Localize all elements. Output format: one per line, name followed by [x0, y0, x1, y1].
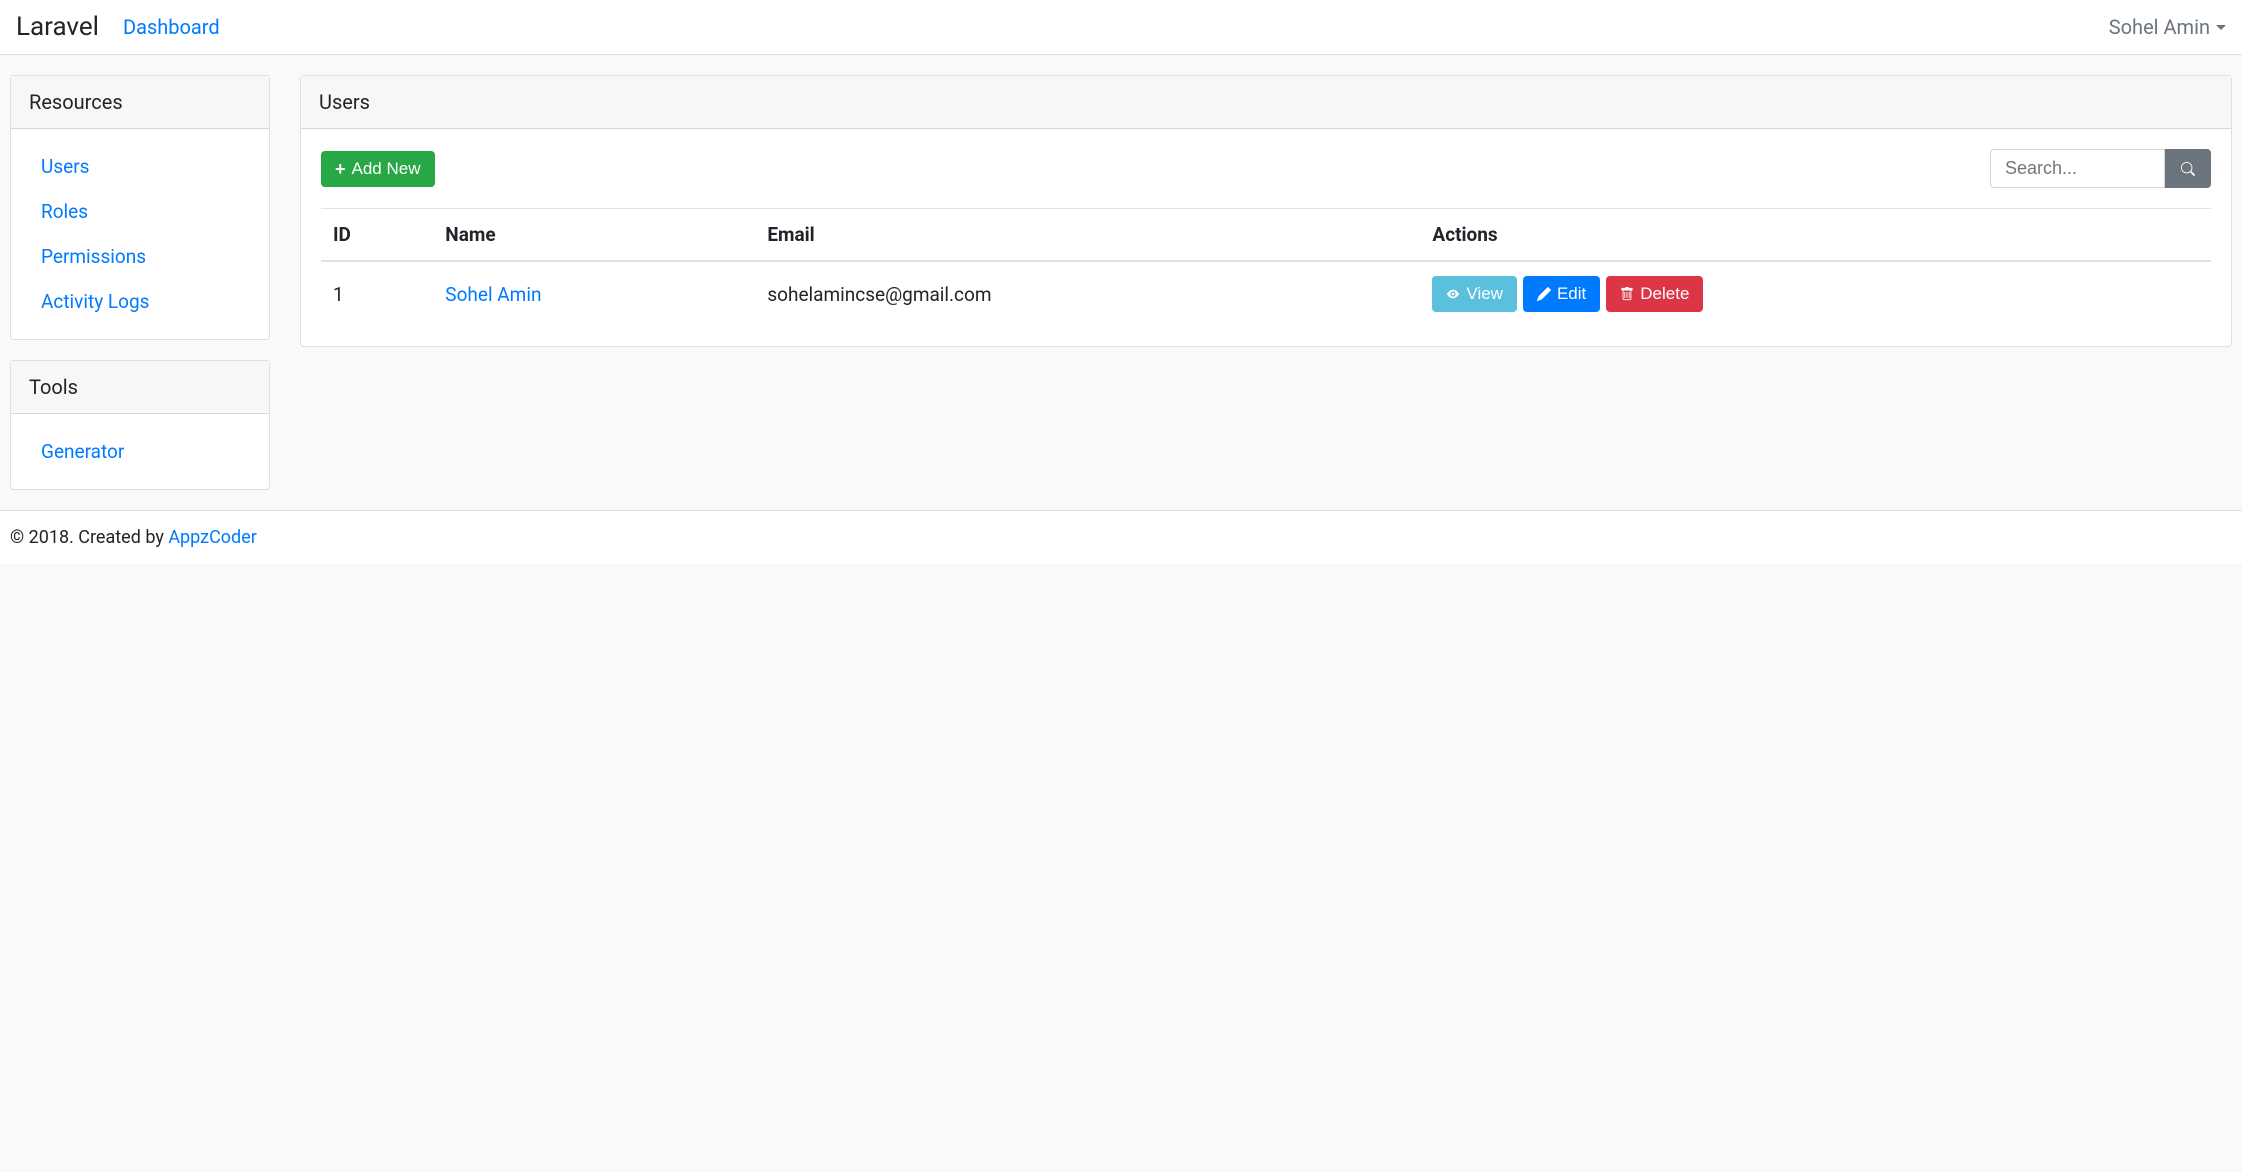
sidebar: Resources Users Roles Permissions Activi… [10, 75, 270, 490]
user-name-label: Sohel Amin [2109, 15, 2210, 39]
add-new-label: Add New [352, 159, 421, 179]
search-group [1990, 149, 2211, 188]
tools-header: Tools [11, 361, 269, 414]
chevron-down-icon [2216, 25, 2226, 30]
main-container: Resources Users Roles Permissions Activi… [0, 55, 2242, 510]
view-button[interactable]: View [1432, 276, 1517, 312]
tools-list: Generator [31, 434, 249, 469]
add-new-button[interactable]: + Add New [321, 151, 435, 187]
users-body: + Add New ID Name [301, 129, 2231, 346]
resources-card: Resources Users Roles Permissions Activi… [10, 75, 270, 340]
resources-body: Users Roles Permissions Activity Logs [11, 129, 269, 339]
page-title: Users [301, 76, 2231, 129]
th-name: Name [433, 209, 755, 262]
table-row: 1 Sohel Amin sohelamincse@gmail.com View [321, 261, 2211, 326]
eye-icon [1446, 287, 1460, 301]
search-icon [2181, 162, 2195, 176]
toolbar: + Add New [321, 149, 2211, 188]
footer-prefix: © 2018. Created by [10, 527, 168, 548]
cell-email: sohelamincse@gmail.com [755, 261, 1420, 326]
th-id: ID [321, 209, 433, 262]
dashboard-link[interactable]: Dashboard [123, 15, 220, 39]
sidebar-item-roles[interactable]: Roles [41, 200, 88, 223]
navbar-left: Laravel Dashboard [16, 12, 220, 42]
resources-list: Users Roles Permissions Activity Logs [31, 149, 249, 319]
tools-body: Generator [11, 414, 269, 489]
search-input[interactable] [1990, 149, 2165, 188]
delete-button[interactable]: Delete [1606, 276, 1703, 312]
brand-logo[interactable]: Laravel [16, 12, 99, 42]
table-header-row: ID Name Email Actions [321, 209, 2211, 262]
delete-label: Delete [1640, 284, 1689, 304]
sidebar-item-generator[interactable]: Generator [41, 440, 124, 463]
edit-label: Edit [1557, 284, 1586, 304]
user-dropdown[interactable]: Sohel Amin [2109, 15, 2226, 39]
th-email: Email [755, 209, 1420, 262]
footer-link[interactable]: AppzCoder [168, 527, 257, 548]
users-card: Users + Add New [300, 75, 2232, 347]
view-label: View [1466, 284, 1503, 304]
sidebar-item-permissions[interactable]: Permissions [41, 245, 146, 268]
resources-header: Resources [11, 76, 269, 129]
sidebar-item-activity-logs[interactable]: Activity Logs [41, 290, 149, 313]
th-actions: Actions [1420, 209, 2211, 262]
navbar: Laravel Dashboard Sohel Amin [0, 0, 2242, 55]
cell-name-link[interactable]: Sohel Amin [445, 283, 541, 306]
edit-icon [1537, 287, 1551, 301]
users-table: ID Name Email Actions 1 Sohel Amin sohel… [321, 208, 2211, 326]
tools-card: Tools Generator [10, 360, 270, 490]
actions-cell: View Edit Delete [1432, 276, 2199, 312]
cell-id: 1 [321, 261, 433, 326]
sidebar-item-users[interactable]: Users [41, 155, 89, 178]
footer: © 2018. Created by AppzCoder [0, 510, 2242, 564]
main-content: Users + Add New [300, 75, 2232, 347]
search-button[interactable] [2165, 149, 2211, 188]
edit-button[interactable]: Edit [1523, 276, 1600, 312]
trash-icon [1620, 287, 1634, 301]
plus-icon: + [335, 160, 346, 178]
